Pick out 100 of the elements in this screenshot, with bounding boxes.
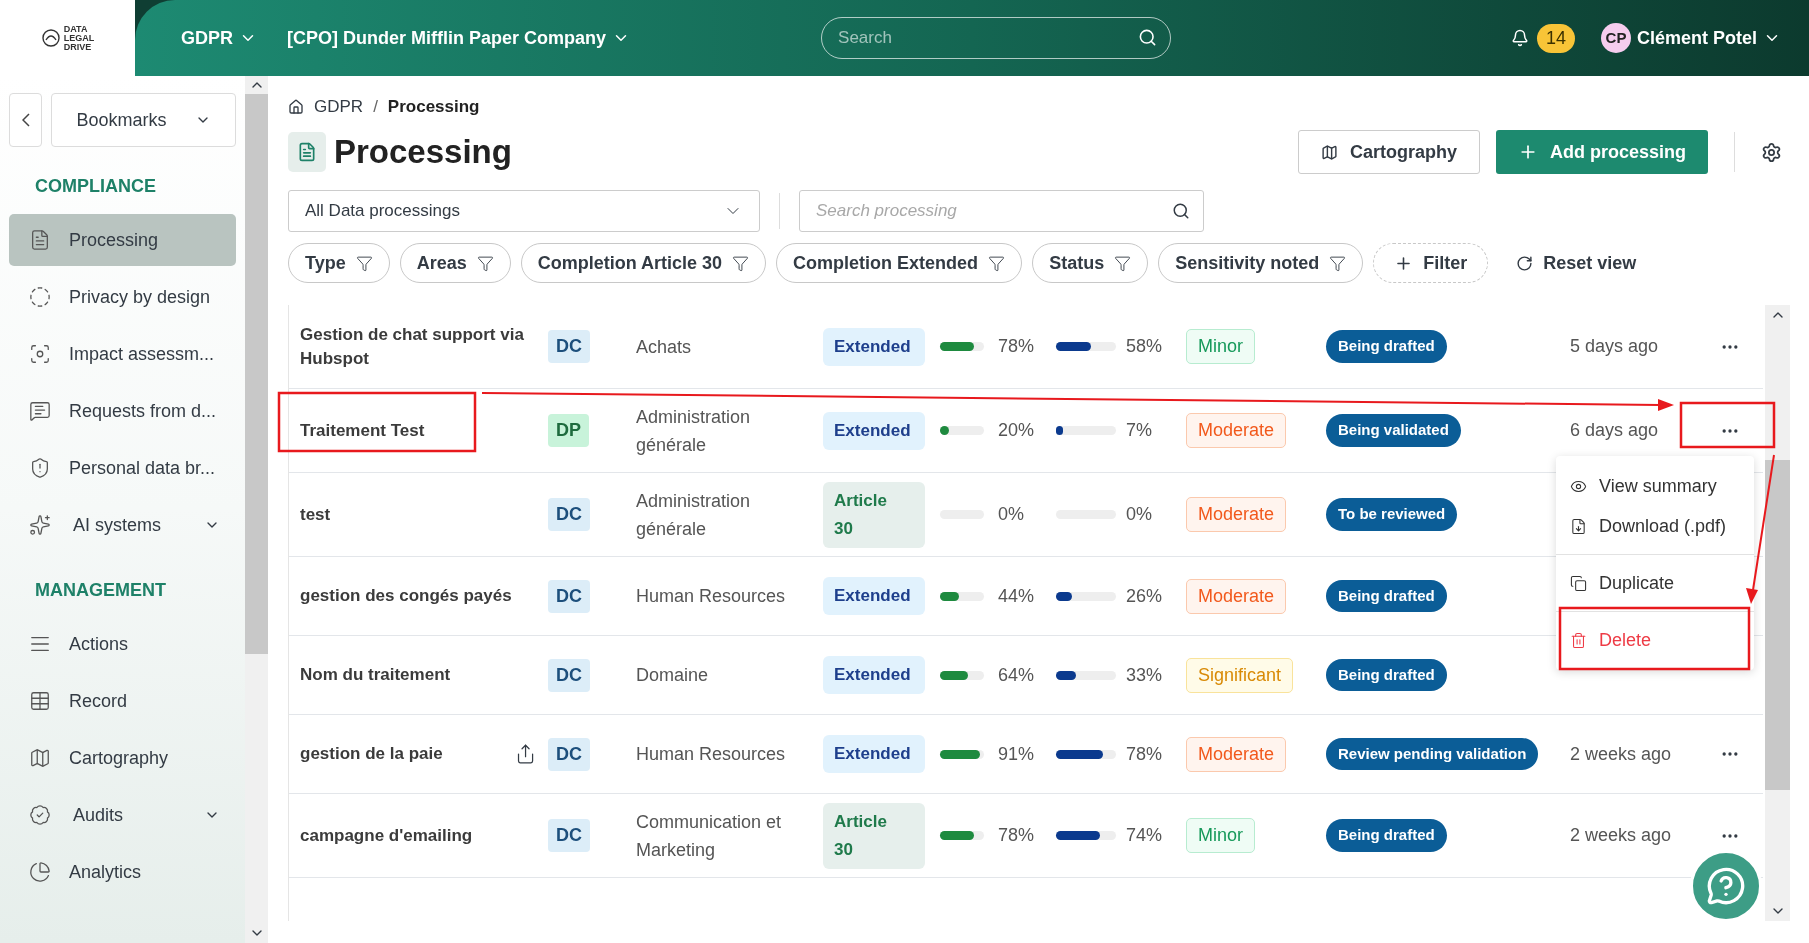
reset-view-button[interactable]: Reset view: [1516, 249, 1637, 277]
map-icon: [29, 747, 51, 769]
role-badge: DC: [548, 498, 590, 531]
sidebar-item[interactable]: Requests from d...: [9, 385, 236, 437]
sidebar-item[interactable]: Personal data br...: [9, 442, 236, 494]
area-text: Administration générale: [636, 489, 752, 541]
breadcrumb-link[interactable]: GDPR: [314, 94, 364, 120]
area-text: Administration générale: [636, 405, 752, 457]
menu-item[interactable]: Download (.pdf): [1556, 506, 1754, 546]
processing-name[interactable]: Traitement Test: [300, 418, 524, 443]
role-badge: DC: [548, 819, 590, 852]
sensitivity-badge: Moderate: [1186, 578, 1287, 614]
notification-count: 14: [1536, 23, 1575, 53]
organization-dropdown[interactable]: [CPO] Dunder Mifflin Paper Company: [287, 24, 631, 52]
chevron-left-icon: [21, 113, 30, 127]
funnel-icon: [476, 254, 494, 272]
user-menu[interactable]: CP Clément Potel: [1600, 23, 1781, 53]
sidebar-item[interactable]: AI systems: [9, 499, 236, 551]
logo[interactable]: DATA LEGAL DRIVE: [0, 0, 135, 76]
settings-icon[interactable]: [1761, 141, 1782, 163]
file-icon: [29, 229, 51, 251]
sensitivity-badge: Significant: [1186, 657, 1294, 693]
sidebar-item[interactable]: Impact assessm...: [9, 328, 236, 380]
updated-text: 2 weeks ago: [1570, 742, 1673, 766]
user-avatar: CP: [1600, 23, 1631, 53]
area-text: Achats: [636, 335, 693, 359]
menu-item[interactable]: Duplicate: [1556, 563, 1754, 603]
funnel-icon: [355, 254, 373, 272]
sidebar-item[interactable]: Processing: [9, 214, 236, 266]
search-icon: [1138, 28, 1158, 47]
section-title: MANAGEMENT: [34, 579, 167, 602]
map-icon: [1320, 143, 1338, 161]
percent-text: 0%: [998, 503, 1024, 526]
percent-text: 26%: [1126, 584, 1163, 608]
sensitivity-badge: Moderate: [1186, 736, 1287, 772]
dashed-circle-icon: [29, 286, 51, 308]
percent-text: 7%: [1126, 419, 1152, 442]
sidebar-item[interactable]: Analytics: [9, 846, 236, 898]
logo-text: LEGAL: [63, 33, 95, 43]
cartography-button[interactable]: Cartography: [1297, 130, 1480, 174]
processing-name[interactable]: gestion de la paie: [300, 742, 515, 766]
table-icon: [29, 690, 51, 712]
bell-icon[interactable]: [1510, 29, 1529, 47]
percent-text: 78%: [998, 824, 1035, 847]
processing-name[interactable]: gestion des congés payés: [300, 584, 524, 608]
sidebar-item[interactable]: Record: [9, 675, 236, 727]
scrollbar-thumb[interactable]: [1765, 460, 1790, 790]
view-select[interactable]: All Data processings: [288, 190, 760, 232]
add-processing-button[interactable]: Add processing: [1495, 130, 1708, 174]
processing-name[interactable]: Gestion de chat support via Hubspot: [300, 322, 524, 371]
sparkles-icon: [29, 514, 51, 536]
percent-text: 58%: [1126, 335, 1163, 358]
scrollbar[interactable]: [245, 76, 268, 943]
percent-text: 78%: [1126, 742, 1163, 766]
sidebar-item[interactable]: Actions: [9, 618, 236, 670]
updated-text: 6 days ago: [1570, 419, 1660, 442]
help-icon: [1706, 866, 1746, 906]
message-icon: [29, 400, 51, 422]
role-badge: DP: [548, 414, 589, 447]
scrollbar[interactable]: [1765, 305, 1790, 921]
menu-item[interactable]: View summary: [1556, 466, 1754, 506]
pie-chart-icon: [29, 861, 51, 883]
status-badge: To be reviewed: [1326, 498, 1458, 531]
sidebar-item[interactable]: Cartography: [9, 732, 236, 784]
page-icon: [288, 132, 326, 172]
breadcrumb-current: Processing: [387, 96, 480, 119]
menu-item[interactable]: Delete: [1556, 620, 1754, 660]
role-badge: DC: [548, 330, 590, 363]
sidebar-item[interactable]: Privacy by design: [9, 271, 236, 323]
processing-name[interactable]: campagne d'emailing: [300, 823, 524, 848]
home-icon[interactable]: [288, 99, 304, 115]
section-title: COMPLIANCE: [34, 175, 157, 198]
search-icon: [1172, 202, 1190, 220]
status-badge: Being drafted: [1326, 579, 1447, 613]
funnel-icon: [988, 254, 1006, 272]
breadcrumb-separator: /: [373, 96, 378, 119]
sensitivity-badge: Moderate: [1186, 413, 1287, 448]
badge-check-icon: [29, 804, 51, 826]
logo-text: DRIVE: [63, 42, 93, 52]
sensitivity-badge: Moderate: [1186, 497, 1287, 532]
bookmarks-dropdown[interactable]: Bookmarks: [51, 93, 236, 147]
processing-name[interactable]: Nom du traitement: [300, 663, 524, 687]
module-dropdown[interactable]: GDPR: [181, 24, 257, 52]
type-badge: Extended: [823, 327, 925, 366]
processing-name[interactable]: test: [300, 502, 524, 527]
search-field[interactable]: Search processing: [799, 190, 1204, 232]
area-text: Domaine: [636, 664, 710, 687]
type-badge: Extended: [823, 411, 925, 450]
role-badge: DC: [548, 737, 590, 771]
percent-text: 91%: [998, 742, 1035, 766]
copy-icon: [1570, 574, 1587, 592]
percent-text: 0%: [1126, 503, 1152, 526]
area-text: Communication et Marketing: [636, 810, 783, 862]
sidebar-item[interactable]: Audits: [9, 789, 236, 841]
type-badge: Extended: [823, 735, 925, 773]
type-badge: Article 30: [823, 481, 925, 548]
scrollbar-thumb[interactable]: [245, 94, 268, 654]
status-badge: Being drafted: [1326, 819, 1447, 852]
percent-text: 64%: [998, 663, 1035, 687]
type-badge: Extended: [823, 577, 925, 615]
